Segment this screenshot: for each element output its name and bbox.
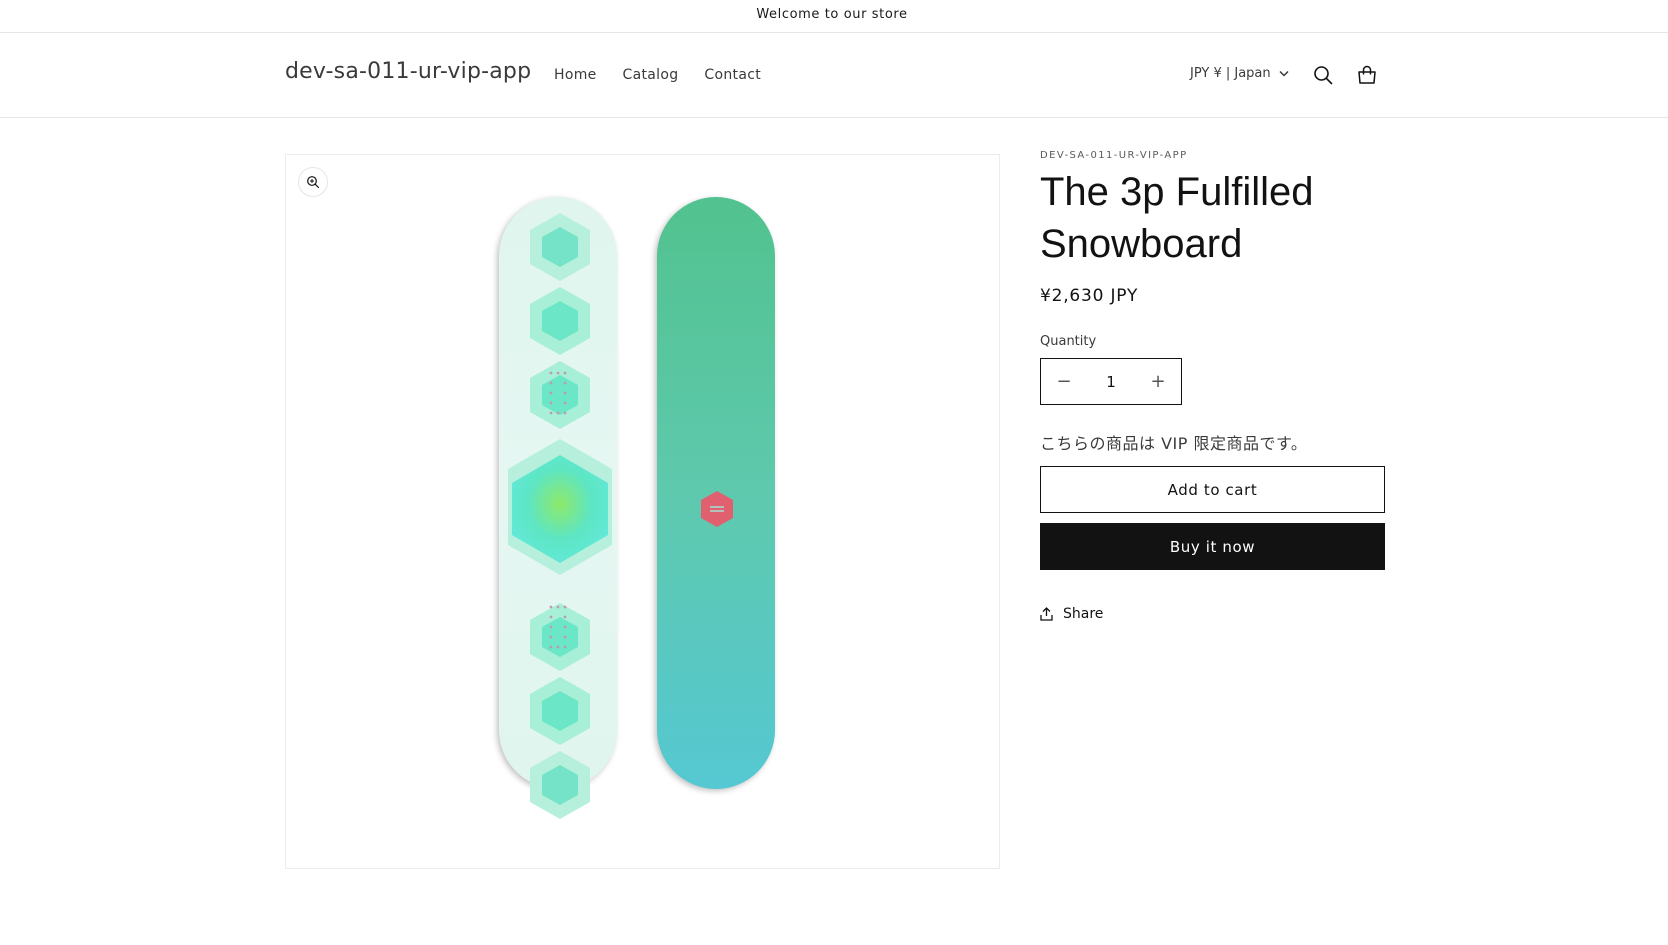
product-vendor: DEV-SA-011-UR-VIP-APP	[1040, 150, 1188, 161]
buy-now-button[interactable]: Buy it now	[1040, 523, 1385, 570]
product-gallery	[285, 154, 1000, 869]
announcement-text: Welcome to our store	[756, 6, 908, 22]
quantity-label: Quantity	[1040, 334, 1097, 349]
snowboard-image[interactable]	[286, 155, 999, 868]
cart-button[interactable]	[1352, 60, 1382, 90]
share-icon	[1040, 607, 1053, 621]
locale-selector[interactable]: JPY ¥ | Japan	[1190, 66, 1289, 81]
zoom-icon	[307, 176, 320, 189]
product-price: ¥2,630 JPY	[1040, 286, 1139, 306]
locale-label: JPY ¥ | Japan	[1190, 66, 1271, 81]
zoom-button[interactable]	[298, 167, 328, 197]
search-icon	[1314, 66, 1333, 85]
site-header: dev-sa-011-ur-vip-app Home Catalog Conta…	[0, 33, 1668, 118]
product-title: The 3p Fulfilled Snowboard	[1040, 170, 1314, 266]
quantity-decrease-button[interactable]: −	[1041, 359, 1087, 404]
nav-home[interactable]: Home	[554, 67, 597, 83]
share-label: Share	[1063, 606, 1104, 622]
search-button[interactable]	[1308, 60, 1338, 90]
nav-catalog[interactable]: Catalog	[623, 67, 679, 83]
quantity-stepper: − +	[1040, 358, 1182, 405]
share-button[interactable]: Share	[1040, 606, 1103, 622]
store-name-link[interactable]: dev-sa-011-ur-vip-app	[285, 59, 531, 84]
vip-note: こちらの商品は VIP 限定商品です。	[1040, 434, 1308, 453]
chevron-down-icon	[1279, 70, 1289, 77]
nav-contact[interactable]: Contact	[704, 67, 761, 83]
announcement-bar: Welcome to our store	[0, 0, 1668, 33]
add-to-cart-button[interactable]: Add to cart	[1040, 466, 1385, 513]
quantity-input[interactable]	[1088, 372, 1134, 391]
main-nav: Home Catalog Contact	[554, 67, 761, 83]
cart-icon	[1358, 65, 1376, 84]
quantity-increase-button[interactable]: +	[1135, 359, 1181, 404]
